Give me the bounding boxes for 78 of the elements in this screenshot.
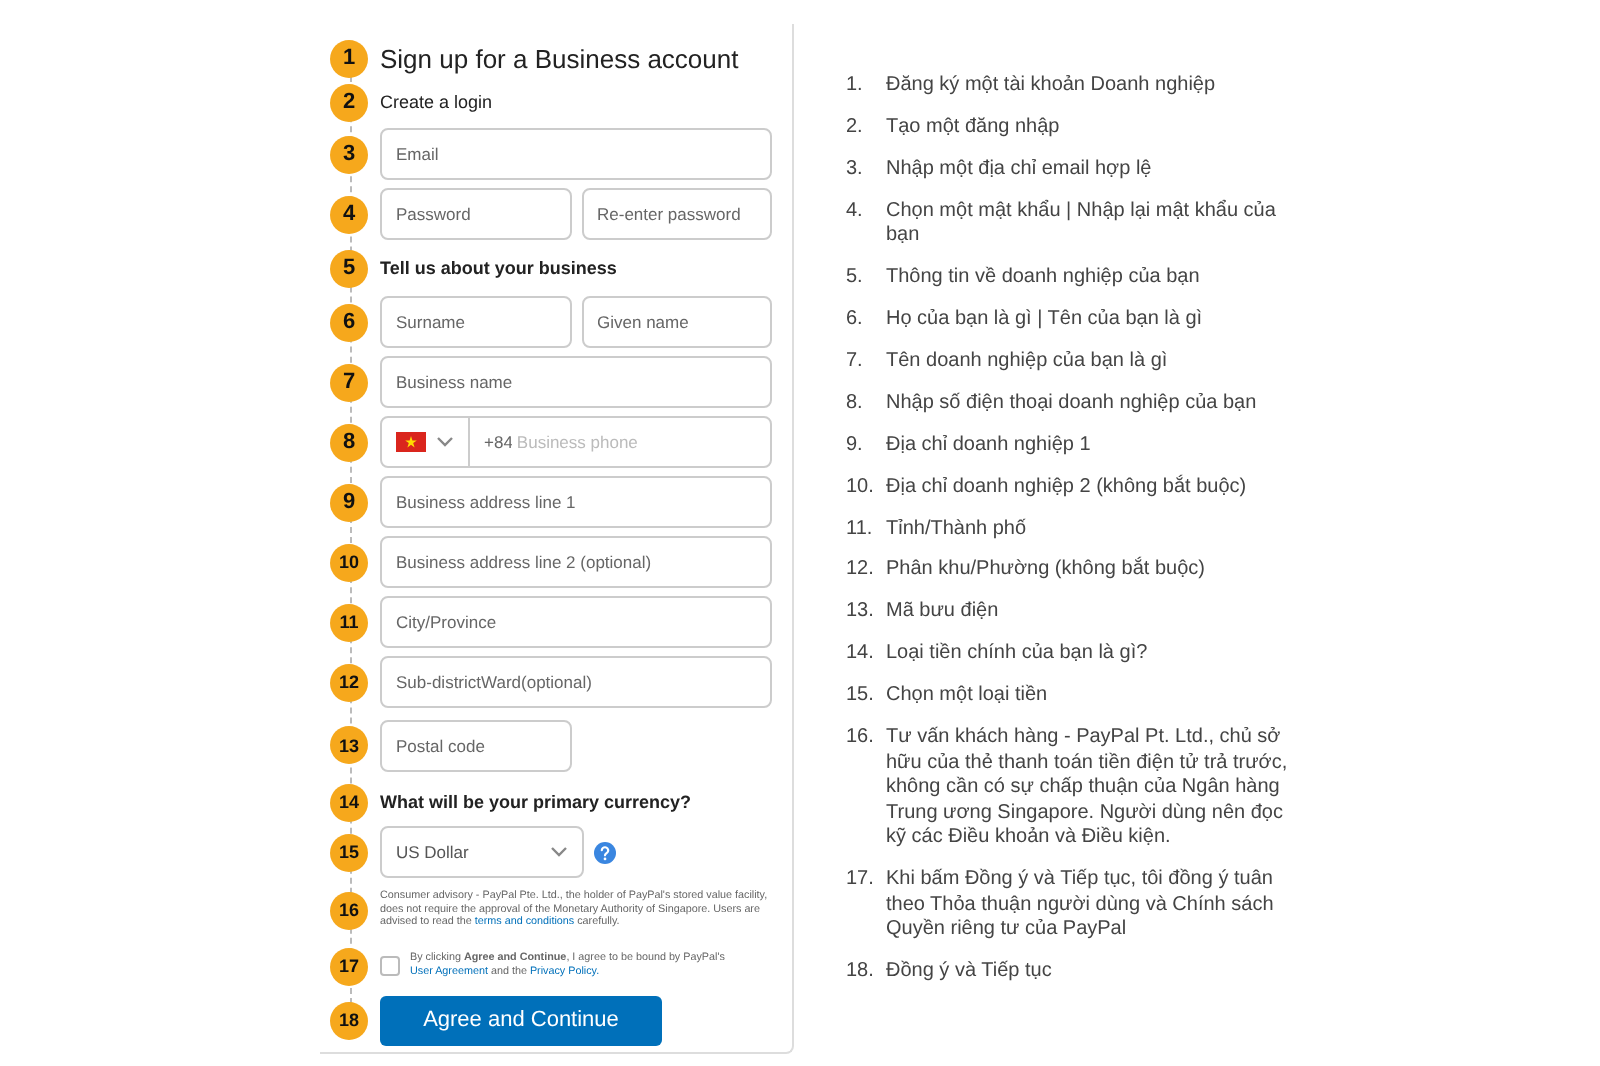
input-field[interactable]: Given name [581,296,772,348]
step-number: 15 [330,833,368,871]
note-number: 5. [846,266,865,292]
section-label: Tell us about your business [380,258,617,278]
note-number: 14. [846,642,876,668]
step-number: 1 [330,39,368,77]
step-number: 13 [330,726,368,764]
note-text: Đăng ký một tài khoản Doanh nghiệp [886,74,1218,100]
input-field[interactable]: Email [380,128,772,180]
note-number: 2. [846,115,865,141]
section-label: Create a login [380,92,493,112]
postal-code-field[interactable]: Postal code [380,719,572,771]
note-number: 6. [846,308,865,334]
input-field[interactable]: Business name [380,356,772,408]
step-number: 8 [330,423,368,461]
note-number: 3. [846,157,865,183]
note-text: Tư vấn khách hàng - PayPal Pt. Ltd., chủ sở hữu của thẻ thanh toán tiền điện tử trả trước, không cần có sự chấp thuận của Ngân hàng Trung ương Singapore. Người dùng nên đọc kỹ các Điều khoản và Điều kiện. [886,725,1290,852]
step-number: 14 [330,783,368,821]
step-number: 7 [330,363,368,401]
flag-icon [396,432,426,452]
note-text: Mã bưu điện [886,600,1001,626]
input-field[interactable]: Business address line 2 (optional) [380,536,772,588]
step-number: 16 [330,891,368,929]
note-number: 8. [846,391,865,417]
note-number: 7. [846,349,865,376]
step-number: 2 [330,83,368,121]
note-text: Địa chỉ doanh nghiệp 2 (không bắt buộc) [886,475,1249,501]
note-text: Khi bấm Đồng ý và Tiếp tục, tôi đồng ý tuân theo Thỏa thuận người dùng và Chính sách Quyền riêng tư của PayPal [886,868,1276,944]
step-number: 3 [330,135,368,173]
note-number: 9. [846,433,865,459]
section-label: What will be your primary currency? [380,792,692,812]
step-number: 12 [330,663,368,701]
currency-select[interactable]: US Dollar [380,826,584,878]
note-text: Địa chỉ doanh nghiệp 1 [886,433,1093,459]
phone-field[interactable]: +84 Business phone [380,416,772,468]
note-number: 10. [846,475,876,501]
note-number: 16. [846,725,876,752]
input-field[interactable]: Re-enter password [581,188,772,240]
note-text: Loại tiền chính của bạn là gì? [886,642,1150,668]
note-text: Đồng ý và Tiếp tục [886,960,1054,986]
note-text: Nhập một địa chỉ email hợp lệ [886,157,1154,183]
step-number: 4 [330,195,368,233]
note-text: Thông tin về doanh nghiệp của bạn [886,266,1202,292]
step-number: 18 [330,1001,368,1039]
chevron-down-icon [550,846,568,858]
chevron-down-icon [436,436,454,448]
note-text: Nhập số điện thoại doanh nghiệp của bạn [886,391,1259,417]
note-number: 1. [846,74,865,100]
input-field[interactable]: City/Province [380,596,772,648]
note-text: Chọn một mật khẩu | Nhập lại mật khẩu của bạn [886,199,1278,250]
note-number: 15. [846,684,876,710]
note-text: Họ của bạn là gì | Tên của bạn là gì [886,308,1205,334]
input-field[interactable]: Password [380,188,571,240]
step-number: 11 [330,603,368,641]
step-number: 10 [330,543,368,581]
form-title: Sign up for a Business account [380,43,739,73]
note-text: Tỉnh/Thành phố [886,517,1029,543]
note-number: 11. [846,517,875,543]
step-number: 9 [330,483,368,521]
note-text: Tên doanh nghiệp của bạn là gì [886,349,1170,376]
note-number: 17. [846,868,876,895]
step-number: 17 [330,947,368,985]
help-icon[interactable] [594,841,616,863]
agree-checkbox[interactable] [380,956,400,976]
note-text: Tạo một đăng nhập [886,115,1062,141]
note-text: Chọn một loại tiền [886,684,1050,710]
country-code: +84 [484,432,513,452]
note-number: 4. [846,199,865,226]
note-number: 18. [846,960,876,986]
input-field[interactable]: Sub-districtWard(optional) [380,656,772,708]
note-number: 13. [846,600,876,626]
input-field[interactable]: Surname [380,296,571,348]
step-number: 5 [330,249,368,287]
agree-button[interactable]: Agree and Continue [380,995,662,1045]
step-number: 6 [330,303,368,341]
input-field[interactable]: Business address line 1 [380,476,772,528]
note-number: 12. [846,558,876,584]
note-text: Phân khu/Phường (không bắt buộc) [886,558,1207,584]
